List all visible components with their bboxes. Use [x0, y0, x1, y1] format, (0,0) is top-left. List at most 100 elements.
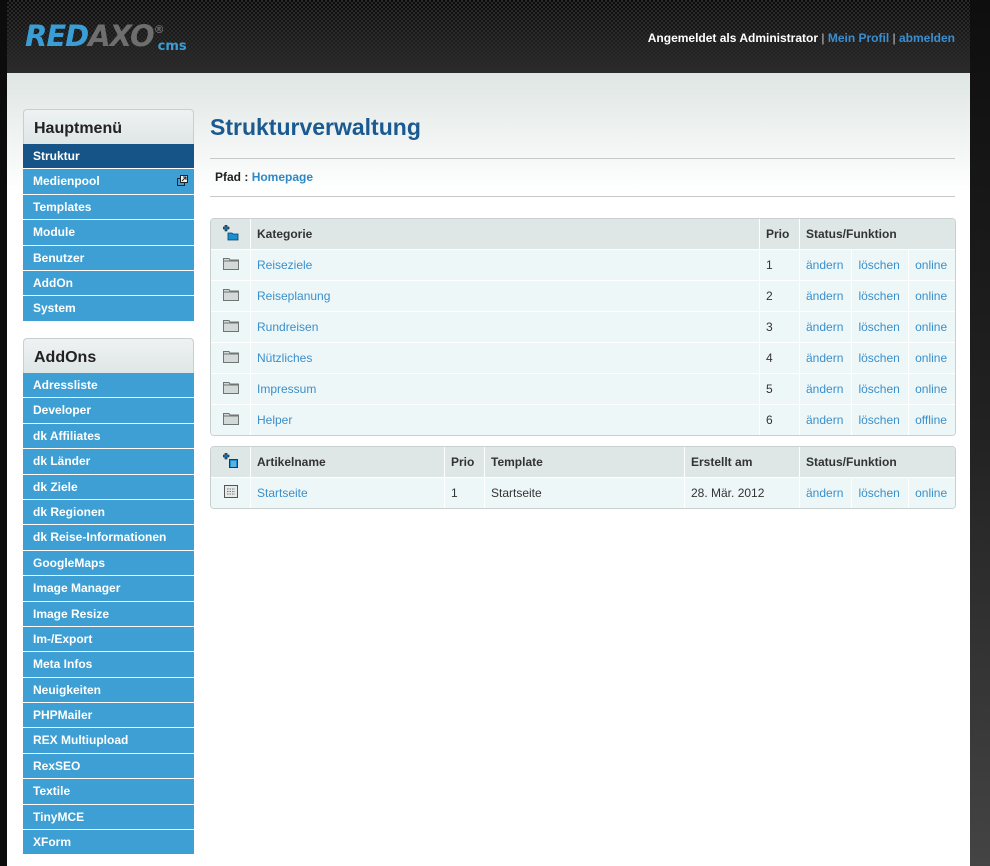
edit-cell: ändern [800, 404, 853, 435]
folder-icon [222, 382, 239, 394]
folder-icon-cell[interactable] [211, 249, 251, 280]
status-toggle[interactable]: online [915, 486, 947, 500]
category-link[interactable]: Rundreisen [257, 320, 318, 334]
popup-window-icon[interactable] [177, 175, 188, 187]
column-header-artikelname: Artikelname [251, 447, 445, 477]
nav-item-label: Meta Infos [33, 657, 93, 672]
delete-link[interactable]: löschen [858, 351, 899, 365]
addon-item-image-resize[interactable]: Image Resize [23, 601, 194, 627]
nav-item-label: dk Länder [33, 454, 91, 469]
article-name-cell: Startseite [251, 477, 445, 508]
add-category-button[interactable] [211, 219, 251, 249]
addon-item-neuigkeiten[interactable]: Neuigkeiten [23, 677, 194, 704]
user-bar: Angemeldet als Administrator | Mein Prof… [648, 31, 955, 45]
prio-value: 1 [766, 258, 773, 272]
status-toggle[interactable]: offline [915, 413, 947, 427]
article-link[interactable]: Startseite [257, 486, 308, 500]
addon-item-dk-reise-informationen[interactable]: dk Reise-Informationen [23, 525, 194, 551]
created-date: 28. Mär. 2012 [691, 486, 765, 500]
logout-link[interactable]: abmelden [899, 31, 955, 45]
edit-cell: ändern [800, 249, 853, 280]
category-link[interactable]: Nützliches [257, 351, 312, 365]
nav-item-system[interactable]: System [23, 296, 194, 322]
status-toggle[interactable]: online [915, 289, 947, 303]
status-toggle[interactable]: online [915, 382, 947, 396]
addon-item-adressliste[interactable]: Adressliste [23, 373, 194, 399]
breadcrumb-homepage-link[interactable]: Homepage [252, 170, 313, 184]
article-icon [223, 485, 238, 498]
nav-item-struktur[interactable]: Struktur [23, 144, 194, 170]
status-toggle[interactable]: online [915, 320, 947, 334]
edit-link[interactable]: ändern [806, 413, 843, 427]
folder-icon-cell[interactable] [211, 342, 251, 373]
divider [210, 196, 955, 197]
table-row: Nützliches 4 ändern löschen online [211, 342, 955, 373]
addons-menu: AddOns Adressliste Developer dk Affiliat… [23, 338, 194, 856]
category-link[interactable]: Helper [257, 413, 292, 427]
category-link[interactable]: Reiseziele [257, 258, 312, 272]
folder-icon-cell[interactable] [211, 280, 251, 311]
nav-item-module[interactable]: Module [23, 220, 194, 246]
folder-icon [222, 351, 239, 363]
prio-cell: 2 [760, 280, 800, 311]
folder-icon-cell[interactable] [211, 373, 251, 404]
addon-item-textile[interactable]: Textile [23, 779, 194, 805]
category-name-cell: Rundreisen [251, 311, 760, 342]
nav-item-label: Adressliste [33, 378, 98, 392]
prio-cell: 3 [760, 311, 800, 342]
article-icon-cell[interactable] [211, 477, 251, 508]
status-toggle[interactable]: online [915, 258, 947, 272]
redaxo-logo[interactable]: REDAXO® cms [25, 18, 187, 54]
addon-item-im-export[interactable]: Im-/Export [23, 626, 194, 653]
nav-item-addon[interactable]: AddOn [23, 270, 194, 297]
main-menu: Hauptmenü Struktur Medienpool Templates … [23, 109, 194, 322]
delete-link[interactable]: löschen [858, 320, 899, 334]
delete-link[interactable]: löschen [858, 258, 899, 272]
addon-item-developer[interactable]: Developer [23, 398, 194, 424]
add-article-icon[interactable] [222, 452, 239, 469]
nav-item-benutzer[interactable]: Benutzer [23, 245, 194, 271]
addon-item-rexseo[interactable]: RexSEO [23, 753, 194, 780]
addon-item-tinymce[interactable]: TinyMCE [23, 804, 194, 831]
edit-link[interactable]: ändern [806, 382, 843, 396]
delete-link[interactable]: löschen [858, 413, 899, 427]
edit-link[interactable]: ändern [806, 486, 843, 500]
folder-icon-cell[interactable] [211, 311, 251, 342]
column-header-erstellt-am: Erstellt am [685, 447, 800, 477]
delete-link[interactable]: löschen [858, 486, 899, 500]
category-link[interactable]: Impressum [257, 382, 316, 396]
addon-item-dk-laender[interactable]: dk Länder [23, 449, 194, 475]
addon-item-phpmailer[interactable]: PHPMailer [23, 703, 194, 729]
add-category-icon[interactable] [222, 224, 239, 241]
addon-item-xform[interactable]: XForm [23, 830, 194, 856]
article-table: Artikelname Prio Template Erstellt am St… [210, 446, 956, 509]
my-profile-link[interactable]: Mein Profil [828, 31, 889, 45]
addon-item-dk-ziele[interactable]: dk Ziele [23, 474, 194, 500]
category-link[interactable]: Reiseplanung [257, 289, 330, 303]
delete-link[interactable]: löschen [858, 289, 899, 303]
prio-value: 2 [766, 289, 773, 303]
breadcrumb: Pfad : Homepage [210, 159, 955, 196]
nav-item-label: XForm [33, 835, 72, 850]
logo-text-axo: AXO [88, 19, 154, 53]
add-article-button[interactable] [211, 447, 251, 477]
addon-item-image-manager[interactable]: Image Manager [23, 576, 194, 602]
addon-item-googlemaps[interactable]: GoogleMaps [23, 550, 194, 577]
prio-cell: 6 [760, 404, 800, 435]
folder-icon [222, 289, 239, 301]
delete-link[interactable]: löschen [858, 382, 899, 396]
addon-item-dk-affiliates[interactable]: dk Affiliates [23, 423, 194, 450]
nav-item-templates[interactable]: Templates [23, 194, 194, 221]
delete-cell: löschen [852, 280, 910, 311]
edit-link[interactable]: ändern [806, 351, 843, 365]
status-toggle[interactable]: online [915, 351, 947, 365]
addon-item-dk-regionen[interactable]: dk Regionen [23, 499, 194, 526]
edit-link[interactable]: ändern [806, 289, 843, 303]
addon-item-rex-multiupload[interactable]: REX Multiupload [23, 728, 194, 754]
addon-item-meta-infos[interactable]: Meta Infos [23, 652, 194, 678]
edit-link[interactable]: ändern [806, 320, 843, 334]
folder-icon-cell[interactable] [211, 404, 251, 435]
edit-link[interactable]: ändern [806, 258, 843, 272]
status-cell: online [909, 477, 955, 508]
nav-item-medienpool[interactable]: Medienpool [23, 169, 194, 195]
